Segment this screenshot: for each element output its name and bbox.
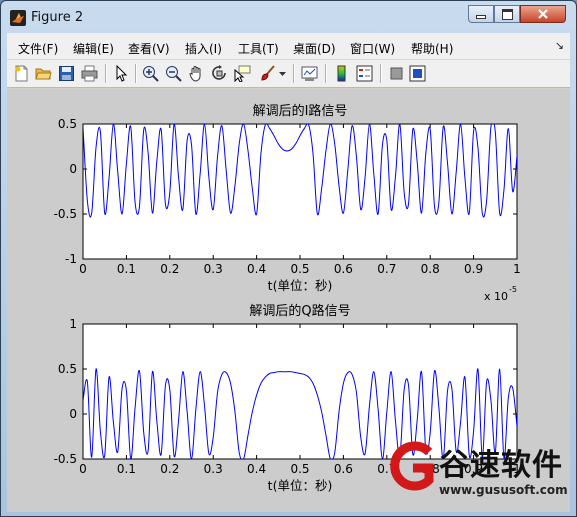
chart-title-i: 解调后的I路信号 xyxy=(253,103,348,119)
axes-i-background[interactable] xyxy=(82,123,518,260)
close-icon xyxy=(538,9,548,19)
rotate-3d-icon[interactable] xyxy=(211,65,228,82)
y-tick-label: 0.5 xyxy=(58,362,77,376)
toolbar-separator xyxy=(135,64,137,83)
toolbar-separator xyxy=(293,64,295,83)
maximize-button[interactable] xyxy=(494,5,520,23)
x-tick-label: 0.1 xyxy=(117,262,136,276)
x-multiplier-exponent-i: -5 xyxy=(509,285,517,294)
y-tick-label: 0 xyxy=(69,162,77,176)
toolbar-separator xyxy=(380,64,382,83)
y-tick-label: -0.5 xyxy=(54,207,77,221)
client-area: 文件(F) 编辑(E) 查看(V) 插入(I) 工具(T) 桌面(D) 窗口(W… xyxy=(7,33,570,512)
x-tick-label: 0.2 xyxy=(160,262,179,276)
figure-canvas: 0 0.1 0.2 0.3 0.4 0.5 0.6 0.7 0.8 0.9 1 -1 -0.5 0 0.5 … xyxy=(7,89,570,512)
menu-view[interactable]: 查看(V) xyxy=(128,40,170,57)
zoom-in-icon[interactable] xyxy=(142,65,159,82)
save-icon[interactable] xyxy=(58,65,75,82)
y-tick-label: 0 xyxy=(69,407,77,421)
maximize-icon xyxy=(501,8,513,20)
menu-insert[interactable]: 插入(I) xyxy=(185,40,222,57)
new-figure-icon[interactable] xyxy=(13,65,30,82)
menu-edit[interactable]: 编辑(E) xyxy=(73,40,114,57)
x-label-i: t(单位：秒) xyxy=(268,278,333,293)
menu-dock-icon[interactable]: ↘ xyxy=(555,39,564,52)
title-bar[interactable]: Figure 2 xyxy=(1,1,576,35)
minimize-icon xyxy=(476,15,486,19)
x-tick-label: 0.3 xyxy=(204,462,223,476)
figure-window: Figure 2 文件(F) 编辑(E) 查看(V) 插入(I) 工具(T) 桌… xyxy=(0,0,577,517)
x-tick-label: 0.9 xyxy=(464,262,483,276)
menu-file[interactable]: 文件(F) xyxy=(18,40,58,57)
x-tick-label: 0.3 xyxy=(204,262,223,276)
menu-bar: 文件(F) 编辑(E) 查看(V) 插入(I) 工具(T) 桌面(D) 窗口(W… xyxy=(7,33,570,60)
x-tick-label: 0.6 xyxy=(334,262,353,276)
x-tick-label: 0.7 xyxy=(377,262,396,276)
figure-toolbar xyxy=(7,60,570,88)
show-plot-tools-icon[interactable] xyxy=(409,65,426,82)
zoom-out-icon[interactable] xyxy=(165,65,182,82)
brush-icon[interactable] xyxy=(259,65,276,82)
x-tick-label: 0.4 xyxy=(247,462,266,476)
x-multiplier-i: x 10 xyxy=(484,290,508,303)
x-tick-label: 0.4 xyxy=(247,262,266,276)
chart-title-q: 解调后的Q路信号 xyxy=(249,303,350,319)
y-tick-label: 1 xyxy=(69,317,77,331)
menu-help[interactable]: 帮助(H) xyxy=(411,40,453,57)
y-tick-label: -1 xyxy=(65,252,77,266)
link-plot-icon[interactable] xyxy=(301,65,318,82)
x-label-q: t(单位：秒) xyxy=(268,478,333,493)
watermark-brand: 谷速软件 xyxy=(439,448,563,483)
y-tick-label: 0.5 xyxy=(58,117,77,131)
y-tick-label: -0.5 xyxy=(54,452,77,466)
matlab-logo-icon xyxy=(10,10,26,26)
legend-icon[interactable] xyxy=(356,65,373,82)
minimize-button[interactable] xyxy=(468,5,494,23)
x-tick-label: 0.8 xyxy=(421,262,440,276)
x-tick-label: 0 xyxy=(79,262,87,276)
watermark: 谷速软件 www.gususoft.com xyxy=(387,434,570,512)
x-tick-label: 0.2 xyxy=(160,462,179,476)
x-tick-label: 0.1 xyxy=(117,462,136,476)
x-tick-label: 0.5 xyxy=(290,462,309,476)
hide-plot-tools-icon[interactable] xyxy=(388,65,405,82)
colorbar-icon[interactable] xyxy=(333,65,350,82)
open-folder-icon[interactable] xyxy=(35,65,52,82)
data-cursor-icon[interactable] xyxy=(234,65,251,82)
x-tick-label: 0 xyxy=(79,462,87,476)
select-arrow-icon[interactable] xyxy=(113,65,130,82)
menu-desktop[interactable]: 桌面(D) xyxy=(293,40,336,57)
close-button[interactable] xyxy=(520,5,566,23)
gususoft-logo-icon xyxy=(390,441,434,491)
x-tick-label: 1 xyxy=(513,262,521,276)
toolbar-separator xyxy=(105,64,107,83)
menu-window[interactable]: 窗口(W) xyxy=(350,40,395,57)
x-tick-label: 0.6 xyxy=(334,462,353,476)
print-icon[interactable] xyxy=(81,65,98,82)
brush-dropdown-icon[interactable] xyxy=(278,65,287,82)
toolbar-separator xyxy=(325,64,327,83)
watermark-url: www.gususoft.com xyxy=(439,483,568,497)
menu-tools[interactable]: 工具(T) xyxy=(238,40,279,57)
pan-hand-icon[interactable] xyxy=(188,65,205,82)
x-tick-label: 0.5 xyxy=(290,262,309,276)
window-title: Figure 2 xyxy=(31,10,84,25)
